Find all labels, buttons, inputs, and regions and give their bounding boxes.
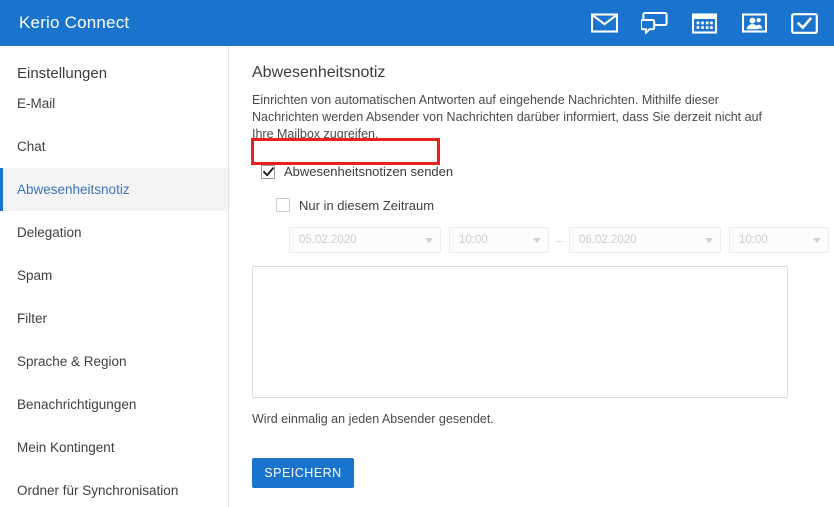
- top-bar: Kerio Connect: [0, 0, 834, 46]
- sidebar-item-label: Sprache & Region: [17, 354, 127, 369]
- sidebar-item-benachrichtigungen[interactable]: Benachrichtigungen: [0, 383, 228, 426]
- from-date-field[interactable]: 05.02.2020: [289, 227, 441, 253]
- period-toggle-label: Nur in diesem Zeitraum: [299, 198, 434, 213]
- sidebar-item-label: E-Mail: [17, 96, 55, 111]
- period-toggle-row[interactable]: Nur in diesem Zeitraum: [252, 194, 834, 216]
- main-content: Abwesenheitsnotiz Einrichten von automat…: [230, 46, 834, 507]
- sidebar-item-label: Spam: [17, 268, 52, 283]
- sidebar-item-label: Benachrichtigungen: [17, 397, 136, 412]
- to-time-value: 10:00: [739, 234, 768, 246]
- sidebar-item-label: Delegation: [17, 225, 82, 240]
- sidebar-item-label: Mein Kontingent: [17, 440, 115, 455]
- top-bar-icon-group: [589, 10, 834, 36]
- sidebar-title: Einstellungen: [0, 46, 228, 76]
- from-time-value: 10:00: [459, 234, 488, 246]
- sidebar-item-spam[interactable]: Spam: [0, 254, 228, 297]
- enable-autoreply-row[interactable]: Abwesenheitsnotizen senden: [252, 158, 440, 185]
- chevron-down-icon: [705, 238, 713, 243]
- autoreply-message-input[interactable]: [252, 266, 788, 398]
- to-date-field[interactable]: 06.02.2020: [569, 227, 721, 253]
- app-brand-title: Kerio Connect: [0, 13, 129, 33]
- to-date-value: 06.02.2020: [579, 234, 637, 246]
- chat-icon[interactable]: [639, 10, 669, 36]
- autoreply-hint: Wird einmalig an jeden Absender gesendet…: [252, 412, 834, 426]
- period-fields-row: 05.02.2020 10:00 – 06.02.2020 10:00: [252, 227, 834, 253]
- chevron-down-icon: [533, 238, 541, 243]
- sidebar-item-label: Chat: [17, 139, 46, 154]
- sidebar-item-ordner-fuer-synchronisation[interactable]: Ordner für Synchronisation: [0, 469, 228, 507]
- sidebar-item-mein-kontingent[interactable]: Mein Kontingent: [0, 426, 228, 469]
- sidebar-item-label: Filter: [17, 311, 47, 326]
- from-date-value: 05.02.2020: [299, 234, 357, 246]
- to-time-field[interactable]: 10:00: [729, 227, 829, 253]
- enable-autoreply-checkbox[interactable]: [261, 165, 275, 179]
- period-separator: –: [549, 233, 569, 248]
- sidebar-item-sprache-region[interactable]: Sprache & Region: [0, 340, 228, 383]
- sidebar-item-abwesenheitsnotiz[interactable]: Abwesenheitsnotiz: [0, 168, 228, 211]
- sidebar-item-list: E-Mail Chat Abwesenheitsnotiz Delegation…: [0, 82, 228, 507]
- calendar-icon[interactable]: [689, 10, 719, 36]
- app-window: Kerio Connect: [0, 0, 834, 507]
- contacts-icon[interactable]: [739, 10, 769, 36]
- chevron-down-icon: [425, 238, 433, 243]
- chevron-down-icon: [813, 238, 821, 243]
- sidebar-item-label: Abwesenheitsnotiz: [17, 182, 130, 197]
- settings-sidebar: Einstellungen E-Mail Chat Abwesenheitsno…: [0, 46, 229, 507]
- sidebar-item-filter[interactable]: Filter: [0, 297, 228, 340]
- enable-autoreply-label: Abwesenheitsnotizen senden: [284, 164, 453, 179]
- sidebar-item-label: Ordner für Synchronisation: [17, 483, 178, 498]
- from-time-field[interactable]: 10:00: [449, 227, 549, 253]
- period-toggle-checkbox[interactable]: [276, 198, 290, 212]
- mail-icon[interactable]: [589, 10, 619, 36]
- sidebar-item-chat[interactable]: Chat: [0, 125, 228, 168]
- sidebar-item-delegation[interactable]: Delegation: [0, 211, 228, 254]
- save-button[interactable]: SPEICHERN: [252, 458, 354, 488]
- page-title: Abwesenheitsnotiz: [252, 64, 834, 82]
- tasks-icon[interactable]: [789, 10, 819, 36]
- sidebar-item-email[interactable]: E-Mail: [0, 82, 228, 125]
- page-description: Einrichten von automatischen Antworten a…: [252, 92, 780, 143]
